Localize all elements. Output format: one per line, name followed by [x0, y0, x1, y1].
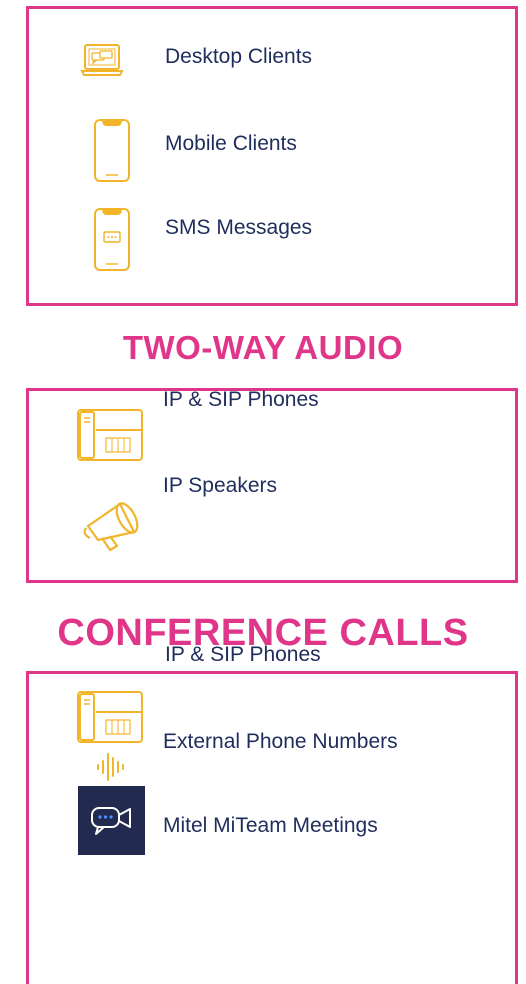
- megaphone-icon: [80, 490, 146, 559]
- desk-phone-icon: [76, 690, 146, 750]
- smartphone-sms-icon: [93, 207, 131, 277]
- conf-ip-sip-phones-label: IP & SIP Phones: [165, 643, 321, 666]
- desk-phone-icon: [76, 408, 146, 468]
- sms-messages-label: SMS Messages: [165, 216, 313, 239]
- video-chat-icon: [78, 786, 145, 855]
- smartphone-icon: [93, 118, 131, 188]
- sound-wave-icon: [95, 750, 129, 789]
- desktop-clients-label: Desktop Clients: [165, 45, 313, 68]
- external-phone-numbers-label: External Phone Numbers: [163, 730, 398, 753]
- two-way-audio-heading: TWO-WAY AUDIO: [122, 329, 404, 366]
- ip-sip-phones-label: IP & SIP Phones: [163, 388, 319, 411]
- laptop-chat-icon: [80, 43, 124, 82]
- mitel-miteam-meetings-label: Mitel MiTeam Meetings: [163, 814, 378, 837]
- mobile-clients-label: Mobile Clients: [165, 132, 297, 155]
- ip-speakers-label: IP Speakers: [163, 474, 278, 497]
